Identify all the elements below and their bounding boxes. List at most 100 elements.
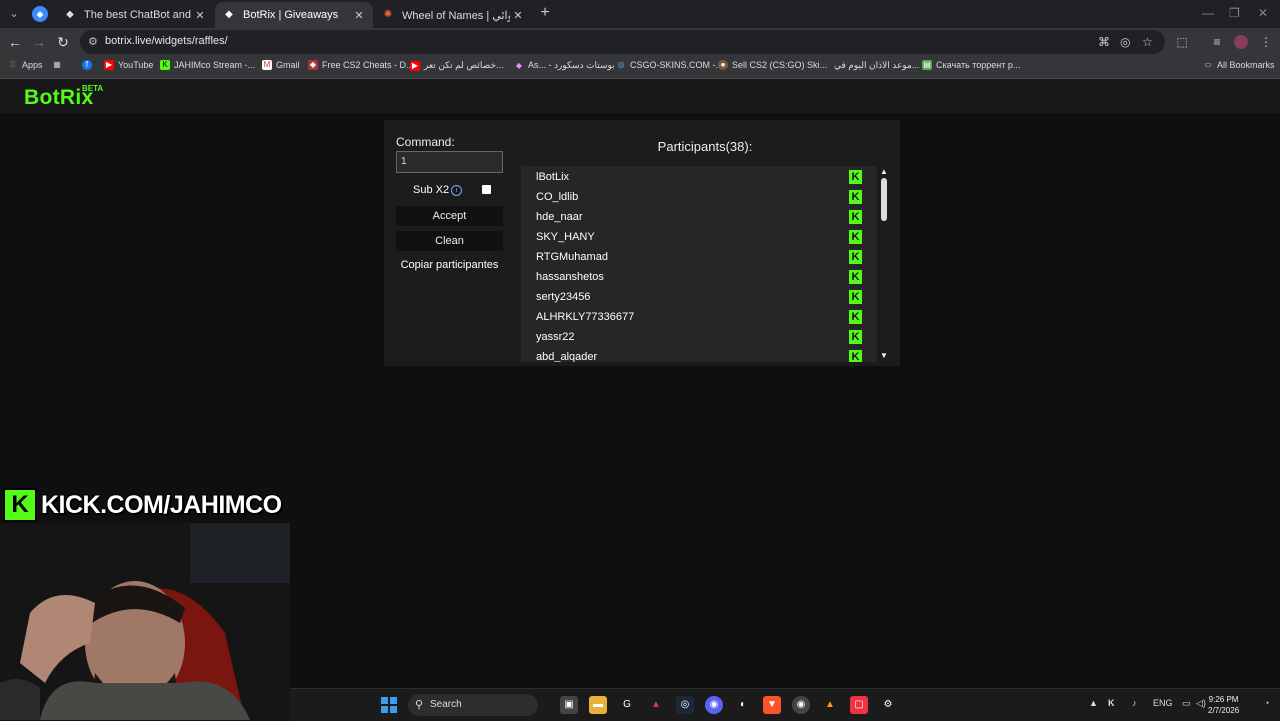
windows-start-icon[interactable] — [381, 697, 397, 713]
search-icon: ⚲ — [415, 699, 424, 711]
participant-name: lBotLix — [536, 171, 570, 183]
kick-channel-url: KICK.COM/JAHIMCO — [41, 490, 282, 519]
copy-participants-button[interactable]: Copiar participantes — [396, 259, 503, 271]
chrome-icon[interactable]: ◉ — [792, 696, 810, 714]
list-item[interactable]: hassanshetos K — [521, 267, 877, 287]
settings-gear-icon[interactable]: ⚙ — [879, 696, 897, 714]
grid-icon: ▦ — [53, 60, 61, 69]
bookmark-jahimco-stream[interactable]: K JAHIMco Stream -... — [160, 60, 255, 70]
list-item[interactable]: CO_ldlib K — [521, 187, 877, 207]
vlc-icon[interactable]: ▲ — [821, 696, 839, 714]
address-bar[interactable]: ⚙ botrix.live/widgets/raffles/ ⌘ ◎ ☆ — [80, 30, 1165, 54]
window-close-icon[interactable]: ✕ — [1258, 6, 1268, 20]
eye-off-icon[interactable]: ◎ — [1120, 35, 1130, 49]
wheel-icon: ✺ — [383, 9, 393, 20]
tab-chatbot-widgets[interactable]: ◆ The best ChatBot and Widgets ✕ — [56, 2, 214, 28]
scroll-down-arrow-icon[interactable]: ▼ — [880, 351, 888, 360]
accept-button[interactable]: Accept — [396, 206, 503, 226]
close-icon[interactable]: ✕ — [192, 9, 208, 22]
bookmark-youtube[interactable]: ▶ YouTube — [104, 60, 153, 70]
pinned-tab-icon[interactable]: ◆ — [32, 6, 48, 22]
bookmark-label: خصائص لم تكن تعر... — [424, 60, 504, 70]
scroll-up-arrow-icon[interactable]: ▲ — [880, 167, 888, 176]
tab-botrix-giveaways[interactable]: ◆ BotRix | Giveaways ✕ — [215, 2, 373, 28]
list-item[interactable]: serty23456 K — [521, 287, 877, 307]
list-item[interactable]: ALHRKLY77336677 K — [521, 307, 877, 327]
kick-platform-icon: K — [849, 350, 862, 362]
close-icon[interactable]: ✕ — [351, 9, 367, 22]
list-item[interactable]: RTGMuhamad K — [521, 247, 877, 267]
list-item[interactable]: hde_naar K — [521, 207, 877, 227]
tab-search-chevron-icon[interactable]: ⌄ — [4, 4, 24, 24]
site-info-icon[interactable]: ⚙ — [88, 35, 98, 48]
bookmark-cs2-cheats[interactable]: ◆ Free CS2 Cheats - D... — [308, 60, 414, 70]
steam-icon[interactable]: ◎ — [676, 696, 694, 714]
command-input[interactable]: 1 — [396, 151, 503, 173]
extensions-icon[interactable]: ⬚ — [1172, 32, 1192, 52]
task-view-icon[interactable]: ▣ — [560, 696, 578, 714]
clean-button[interactable]: Clean — [396, 231, 503, 251]
new-tab-button[interactable]: + — [535, 4, 555, 24]
language-indicator[interactable]: ENG — [1153, 698, 1173, 708]
discord-icon[interactable]: ◉ — [705, 696, 723, 714]
bookmark-apps[interactable]: ⁞⁞ Apps — [8, 60, 43, 70]
anticheat-icon[interactable]: ▲ — [647, 696, 665, 714]
sub-x2-checkbox[interactable] — [482, 185, 491, 194]
media-control-icon[interactable]: ≡ — [1207, 32, 1227, 52]
bookmark-label: موعد الاذان اليوم في... — [834, 60, 920, 70]
file-explorer-icon[interactable]: ▬ — [589, 696, 607, 714]
bookmark-prayer-times[interactable]: ◌ موعد الاذان اليوم في... — [820, 60, 920, 71]
list-item[interactable]: SKY_HANY K — [521, 227, 877, 247]
bookmark-grid[interactable]: ▦ — [52, 60, 66, 70]
translate-icon[interactable]: ⌘ — [1098, 35, 1110, 49]
webcam-image — [0, 523, 290, 720]
tray-chevron-up-icon[interactable]: ▲ — [1089, 698, 1098, 708]
list-item[interactable]: abd_alqader K — [521, 347, 877, 362]
participant-name: ALHRKLY77336677 — [536, 311, 635, 323]
obs-icon[interactable]: ◐ — [734, 696, 752, 714]
bookmark-torrent[interactable]: ▤ Скачать торрент р... — [922, 60, 1020, 70]
participants-list[interactable]: lBotLix K CO_ldlib K hde_naar K SKY_HANY… — [521, 166, 877, 362]
streamlabs-icon[interactable]: ▢ — [850, 696, 868, 714]
list-item[interactable]: yassr22 K — [521, 327, 877, 347]
url-text[interactable]: botrix.live/widgets/raffles/ — [105, 35, 228, 47]
reload-icon[interactable]: ↻ — [53, 32, 73, 52]
logitech-g-icon[interactable]: G — [618, 696, 636, 714]
bookmark-label: Apps — [22, 60, 43, 70]
bookmark-facebook[interactable]: f — [82, 60, 96, 70]
bookmark-sell-cs2-skins[interactable]: ● Sell CS2 (CS:GO) Ski... — [718, 60, 827, 70]
network-icon[interactable]: ▭ — [1182, 698, 1191, 709]
sub-x2-label: Sub X2 — [413, 184, 450, 196]
webcam-feed — [0, 523, 290, 720]
back-arrow-icon[interactable]: ← — [5, 32, 25, 52]
bookmark-label: YouTube — [118, 60, 154, 70]
kick-tray-icon[interactable]: K — [1108, 698, 1115, 708]
clock-date: 2/7/2026 — [1208, 706, 1240, 715]
info-icon[interactable]: i — [451, 185, 462, 196]
close-icon[interactable]: ✕ — [510, 9, 526, 22]
notifications-bell-icon[interactable]: ◔ — [1264, 698, 1269, 708]
tab-wheel-of-names[interactable]: ✺ Wheel of Names | اسم العشوائي ✕ — [374, 2, 532, 28]
system-clock[interactable]: 9:26 PM 2/7/2026 — [1208, 694, 1239, 716]
more-menu-icon[interactable]: ⋮ — [1256, 32, 1276, 52]
bookmark-gmail[interactable]: M Gmail — [262, 60, 300, 70]
kick-logo-icon: K — [3, 488, 37, 522]
forward-arrow-icon[interactable]: → — [29, 32, 49, 52]
bookmark-csgo-skins[interactable]: ◎ CSGO-SKINS.COM -... — [616, 60, 724, 70]
bookmark-discord-posts[interactable]: ◆ As... - بوستات دسكورد — [514, 60, 615, 71]
taskbar-search[interactable]: ⚲ Search — [408, 694, 538, 716]
microphone-icon[interactable]: ♪ — [1132, 698, 1137, 708]
maximize-icon[interactable]: ❐ — [1229, 6, 1240, 20]
volume-icon[interactable]: ◁) — [1196, 698, 1206, 709]
bookmark-star-icon[interactable]: ☆ — [1142, 35, 1153, 49]
kick-platform-icon: K — [849, 270, 862, 284]
brave-icon[interactable]: ▼ — [763, 696, 781, 714]
bookmark-arabic-video[interactable]: ▶ خصائص لم تكن تعر... — [410, 60, 504, 71]
scrollbar-thumb[interactable] — [881, 178, 887, 221]
all-bookmarks[interactable]: ▭ All Bookmarks — [1193, 60, 1274, 70]
profile-avatar[interactable] — [1234, 35, 1248, 49]
minimize-icon[interactable]: — — [1202, 6, 1214, 20]
list-item[interactable]: lBotLix K — [521, 167, 877, 187]
skins-icon: ● — [718, 60, 728, 70]
discord-icon: ◆ — [515, 60, 523, 70]
